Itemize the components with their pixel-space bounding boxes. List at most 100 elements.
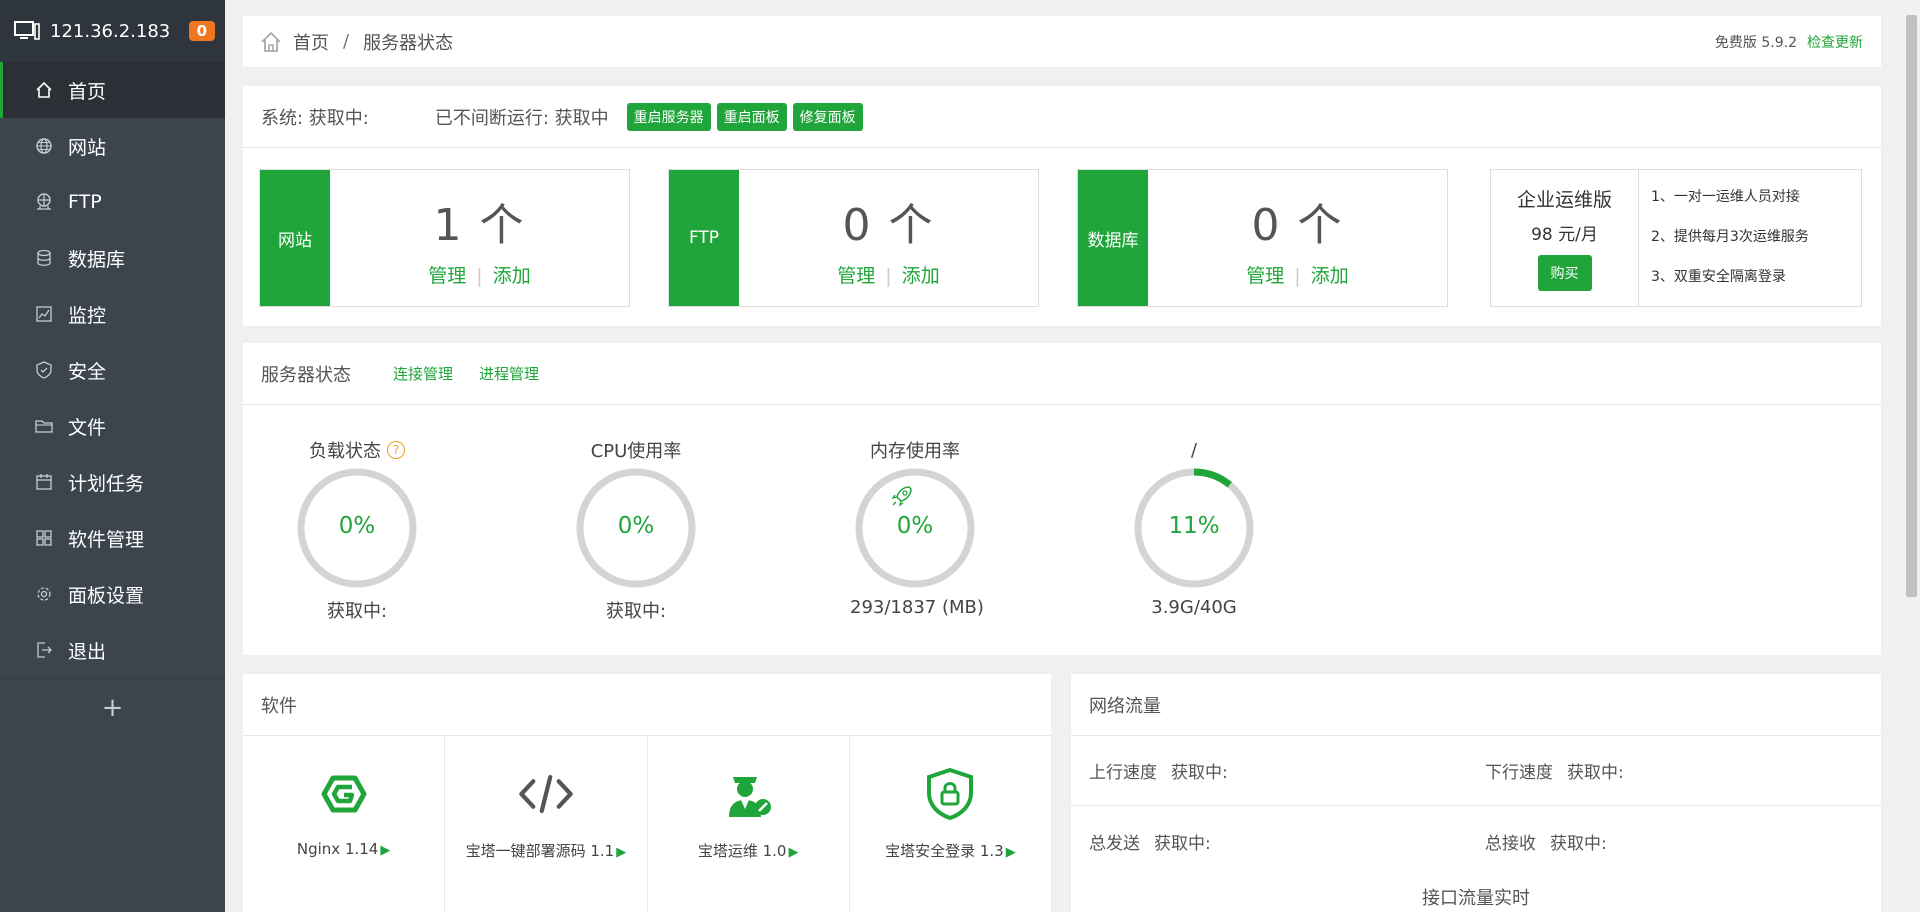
sidebar-item-security[interactable]: 安全 [0,342,225,398]
software-name: 宝塔运维 1.0 [697,842,787,860]
breadcrumb-home[interactable]: 首页 [293,29,329,55]
server-ip: 121.36.2.183 [50,20,171,42]
feature-item: 2、提供每月3次运维服务 [1651,229,1809,245]
gear-icon [34,584,54,604]
traffic-chart-title: 接口流量实时 [1422,888,1530,909]
cpu-gauge[interactable]: CPU使用率 0% 获取中: [571,437,701,623]
sidebar-item-label: 文件 [68,416,107,439]
restart-panel-button[interactable]: 重启面板 [716,102,787,131]
sidebar-item-label: 监控 [68,304,107,327]
sidebar-item-label: 退出 [68,640,107,663]
section-title: 软件 [243,674,1051,736]
software-card: 软件 Nginx 1.14 ▶ 宝塔一键部署源码 1.1 ▶ 宝塔运维 1.0 ▶ [243,674,1051,912]
secure-login-icon [922,766,978,822]
check-update-link[interactable]: 检查更新 [1807,32,1863,52]
monitor-icon [34,304,54,324]
total-sent-label: 总发送 [1089,833,1140,854]
software-item-ops[interactable]: 宝塔运维 1.0 ▶ [648,736,850,912]
globe-icon [34,136,54,156]
folder-icon [34,416,54,436]
stat-count: 0 个 [1251,199,1344,251]
sidebar-item-ftp[interactable]: FTP [0,174,225,230]
disk-gauge[interactable]: / 11% 3.9G/40G [1129,437,1259,618]
software-name: 宝塔安全登录 1.3 [885,842,1004,860]
repair-panel-button[interactable]: 修复面板 [792,102,863,131]
gauge-ring: 0% [294,465,420,591]
page-scrollbar[interactable] [1903,0,1920,912]
sidebar-item-monitor[interactable]: 监控 [0,286,225,342]
rocket-icon[interactable] [889,483,915,509]
stat-label: 数据库 [1078,170,1148,306]
stat-label: FTP [669,170,739,306]
uptime-text: 已不间断运行: 获取中 [434,107,609,129]
buy-button[interactable]: 购买 [1537,255,1592,291]
download-value: 获取中: [1567,763,1624,783]
sidebar-item-database[interactable]: 数据库 [0,230,225,286]
database-icon [34,248,54,268]
add-link[interactable]: 添加 [493,265,531,287]
software-name: Nginx 1.14 [296,840,379,858]
gauge-value: 0% [338,513,376,539]
upload-label: 上行速度 [1089,763,1157,783]
sidebar-item-files[interactable]: 文件 [0,398,225,454]
total-received-value: 获取中: [1550,833,1607,854]
gauge-title: 内存使用率 [870,441,960,462]
connection-manage-link[interactable]: 连接管理 [393,363,453,384]
software-item-deploy[interactable]: 宝塔一键部署源码 1.1 ▶ [445,736,648,912]
sidebar-item-label: 面板设置 [68,584,145,607]
nginx-icon [316,766,372,822]
enterprise-title: 企业运维版 [1516,189,1612,211]
sidebar: 121.36.2.183 0 首页 网站 FTP 数据库 监控 安全 文件 计划… [0,0,225,912]
gauge-detail: 获取中: [326,601,388,622]
apps-icon [34,528,54,548]
gauge-value: 0% [896,513,934,539]
enterprise-price: 98 元/月 [1531,225,1598,245]
scrollbar-thumb[interactable] [1906,15,1917,597]
sidebar-item-label: 软件管理 [68,528,145,551]
add-link[interactable]: 添加 [902,265,940,287]
manage-link[interactable]: 管理 [837,265,875,287]
play-arrow-icon: ▶ [616,845,627,860]
help-icon[interactable]: ? [387,441,405,459]
gauge-ring: 0% [573,465,699,591]
sidebar-item-website[interactable]: 网站 [0,118,225,174]
sidebar-item-cron[interactable]: 计划任务 [0,454,225,510]
website-stat: 网站 1 个 管理 | 添加 [259,169,630,307]
total-received-label: 总接收 [1485,833,1536,854]
server-status-card: 服务器状态 连接管理 进程管理 负载状态? 0% 获取中: CPU使用率 0% … [243,343,1881,655]
sidebar-item-logout[interactable]: 退出 [0,622,225,678]
home-icon[interactable] [259,30,283,54]
process-manage-link[interactable]: 进程管理 [479,363,539,384]
code-icon [518,766,574,822]
sidebar-item-label: 网站 [68,136,107,159]
version-label: 免费版 5.9.2 [1714,34,1797,51]
sidebar-item-settings[interactable]: 面板设置 [0,566,225,622]
restart-server-button[interactable]: 重启服务器 [626,102,711,131]
gauge-detail: 3.9G/40G [1151,597,1237,618]
gauge-value: 0% [617,513,655,539]
message-badge[interactable]: 0 [188,21,215,41]
gauge-detail: 293/1837 (MB) [850,597,984,618]
load-gauge[interactable]: 负载状态? 0% 获取中: [292,437,422,623]
total-sent-value: 获取中: [1154,833,1211,854]
computer-icon [14,21,40,40]
play-arrow-icon: ▶ [380,843,391,858]
gauge-detail: 获取中: [605,601,667,622]
feature-item: 3、双重安全隔离登录 [1651,269,1786,285]
software-item-secure-login[interactable]: 宝塔安全登录 1.3 ▶ [850,736,1051,912]
manage-link[interactable]: 管理 [1246,265,1284,287]
manage-link[interactable]: 管理 [428,265,466,287]
add-shortcut-button[interactable]: + [0,678,225,736]
ftp-stat: FTP 0 个 管理 | 添加 [668,169,1039,307]
breadcrumb-separator: / [343,31,350,52]
add-link[interactable]: 添加 [1311,265,1349,287]
sidebar-item-label: FTP [68,191,102,213]
sidebar-item-home[interactable]: 首页 [0,62,225,118]
stat-count: 1 个 [433,199,526,251]
memory-gauge[interactable]: 内存使用率 0% 293/1837 (MB) [850,437,984,618]
download-label: 下行速度 [1485,763,1553,783]
stat-count: 0 个 [842,199,935,251]
sidebar-item-software[interactable]: 软件管理 [0,510,225,566]
software-item-nginx[interactable]: Nginx 1.14 ▶ [243,736,446,912]
play-arrow-icon: ▶ [788,845,799,860]
